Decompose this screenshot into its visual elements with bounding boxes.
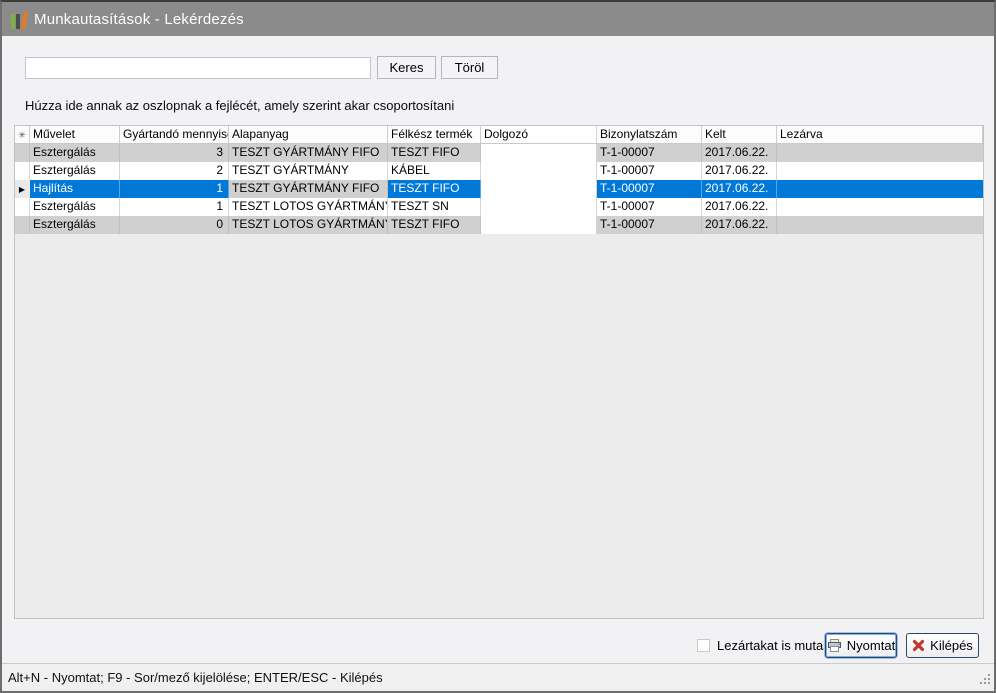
row-indicator [15, 198, 30, 216]
table-row-selected[interactable]: ▶ Hajlítás 1 TESZT GYÁRTMÁNY FIFO TESZT … [15, 180, 983, 198]
row-indicator [15, 216, 30, 234]
grid-cell[interactable] [777, 198, 983, 216]
grid-cell[interactable]: T-1-00007 [597, 162, 702, 180]
grid-cell[interactable]: 2017.06.22. [702, 144, 777, 162]
table-row[interactable]: Esztergálás 1 TESZT LOTOS GYÁRTMÁNY TESZ… [15, 198, 983, 216]
grid-cell[interactable]: 3 [120, 144, 229, 162]
grid-cell[interactable]: TESZT SN [388, 198, 481, 216]
grid-cell[interactable]: Esztergálás [30, 216, 120, 234]
grid-cell[interactable]: Esztergálás [30, 198, 120, 216]
clear-button[interactable]: Töröl [441, 56, 498, 79]
grid-cell[interactable]: KÁBEL [388, 162, 481, 180]
column-header-muvelet[interactable]: Művelet [30, 126, 120, 143]
books-app-icon [11, 10, 25, 29]
grid-cell[interactable]: TESZT GYÁRTMÁNY FIFO [229, 144, 388, 162]
column-header-bizonylatszam[interactable]: Bizonylatszám [597, 126, 702, 143]
table-row[interactable]: Esztergálás 0 TESZT LOTOS GYÁRTMÁNY TESZ… [15, 216, 983, 234]
grid-cell[interactable]: Esztergálás [30, 144, 120, 162]
column-header-felkesz-termek[interactable]: Félkész termék [388, 126, 481, 143]
grid-cell[interactable]: T-1-00007 [597, 180, 702, 198]
grid-cell[interactable]: T-1-00007 [597, 216, 702, 234]
grid-cell[interactable]: 2017.06.22. [702, 198, 777, 216]
group-by-panel[interactable]: Húzza ide annak az oszlopnak a fejlécét,… [25, 98, 454, 113]
data-grid: ✳ Művelet Gyártandó mennyiség Alapanyag … [14, 125, 984, 619]
grid-cell[interactable]: TESZT FIFO [388, 180, 481, 198]
show-closed-checkbox[interactable] [697, 639, 710, 652]
grid-cell[interactable]: 2017.06.22. [702, 180, 777, 198]
grid-cell[interactable]: T-1-00007 [597, 144, 702, 162]
status-text: Alt+N - Nyomtat; F9 - Sor/mező kijelölés… [8, 670, 383, 685]
exit-button-label: Kilépés [930, 638, 973, 653]
current-row-arrow-icon: ▶ [19, 185, 25, 194]
grid-cell[interactable]: Hajlítás [30, 180, 120, 198]
grid-cell[interactable]: 1 [120, 198, 229, 216]
asterisk-icon: ✳ [18, 130, 26, 140]
grid-header-row: ✳ Művelet Gyártandó mennyiség Alapanyag … [15, 126, 983, 144]
grid-cell[interactable]: 2017.06.22. [702, 216, 777, 234]
grid-cell[interactable] [481, 198, 597, 216]
exit-button[interactable]: Kilépés [906, 633, 979, 658]
grid-cell[interactable]: TESZT LOTOS GYÁRTMÁNY [229, 198, 388, 216]
column-header-lezarva[interactable]: Lezárva [777, 126, 983, 143]
status-bar: Alt+N - Nyomtat; F9 - Sor/mező kijelölés… [2, 663, 994, 691]
grid-cell[interactable] [481, 216, 597, 234]
grid-cell[interactable] [481, 144, 597, 162]
grid-cell[interactable]: TESZT GYÁRTMÁNY [229, 162, 388, 180]
window-title: Munkautasítások - Lekérdezés [34, 11, 244, 28]
indicator-column-header: ✳ [15, 126, 30, 143]
printer-icon [827, 639, 842, 652]
grid-cell[interactable]: T-1-00007 [597, 198, 702, 216]
column-header-dolgozo[interactable]: Dolgozó [481, 126, 597, 143]
search-button[interactable]: Keres [377, 56, 436, 79]
grid-cell[interactable]: 2 [120, 162, 229, 180]
grid-cell[interactable]: 1 [120, 180, 229, 198]
row-indicator: ▶ [15, 180, 30, 198]
main-content: Keres Töröl Húzza ide annak az oszlopnak… [2, 36, 994, 663]
resize-grip[interactable] [979, 673, 992, 689]
column-header-kelt[interactable]: Kelt [702, 126, 777, 143]
app-window: Munkautasítások - Lekérdezés Keres Töröl… [0, 0, 996, 693]
row-indicator [15, 144, 30, 162]
grid-cell[interactable]: 2017.06.22. [702, 162, 777, 180]
grid-cell-focused[interactable]: TESZT GYÁRTMÁNY FIFO [229, 180, 388, 198]
print-button-label: Nyomtat [847, 638, 895, 653]
grid-cell[interactable] [777, 180, 983, 198]
table-row[interactable]: Esztergálás 2 TESZT GYÁRTMÁNY KÁBEL T-1-… [15, 162, 983, 180]
grid-cell[interactable]: Esztergálás [30, 162, 120, 180]
column-header-alapanyag[interactable]: Alapanyag [229, 126, 388, 143]
grid-cell[interactable] [481, 180, 597, 198]
grid-cell[interactable]: TESZT FIFO [388, 216, 481, 234]
title-bar[interactable]: Munkautasítások - Lekérdezés [2, 2, 994, 36]
grid-cell[interactable] [777, 162, 983, 180]
grid-cell[interactable] [777, 144, 983, 162]
grid-cell[interactable]: TESZT LOTOS GYÁRTMÁNY [229, 216, 388, 234]
search-input[interactable] [25, 57, 371, 79]
print-button[interactable]: Nyomtat [825, 633, 897, 658]
grid-cell[interactable] [777, 216, 983, 234]
column-header-gyartando-mennyiseg[interactable]: Gyártandó mennyiség [120, 126, 229, 143]
grid-cell[interactable]: TESZT FIFO [388, 144, 481, 162]
grid-cell[interactable]: 0 [120, 216, 229, 234]
grid-cell[interactable] [481, 162, 597, 180]
row-indicator [15, 162, 30, 180]
close-x-icon [912, 639, 925, 652]
table-row[interactable]: Esztergálás 3 TESZT GYÁRTMÁNY FIFO TESZT… [15, 144, 983, 162]
